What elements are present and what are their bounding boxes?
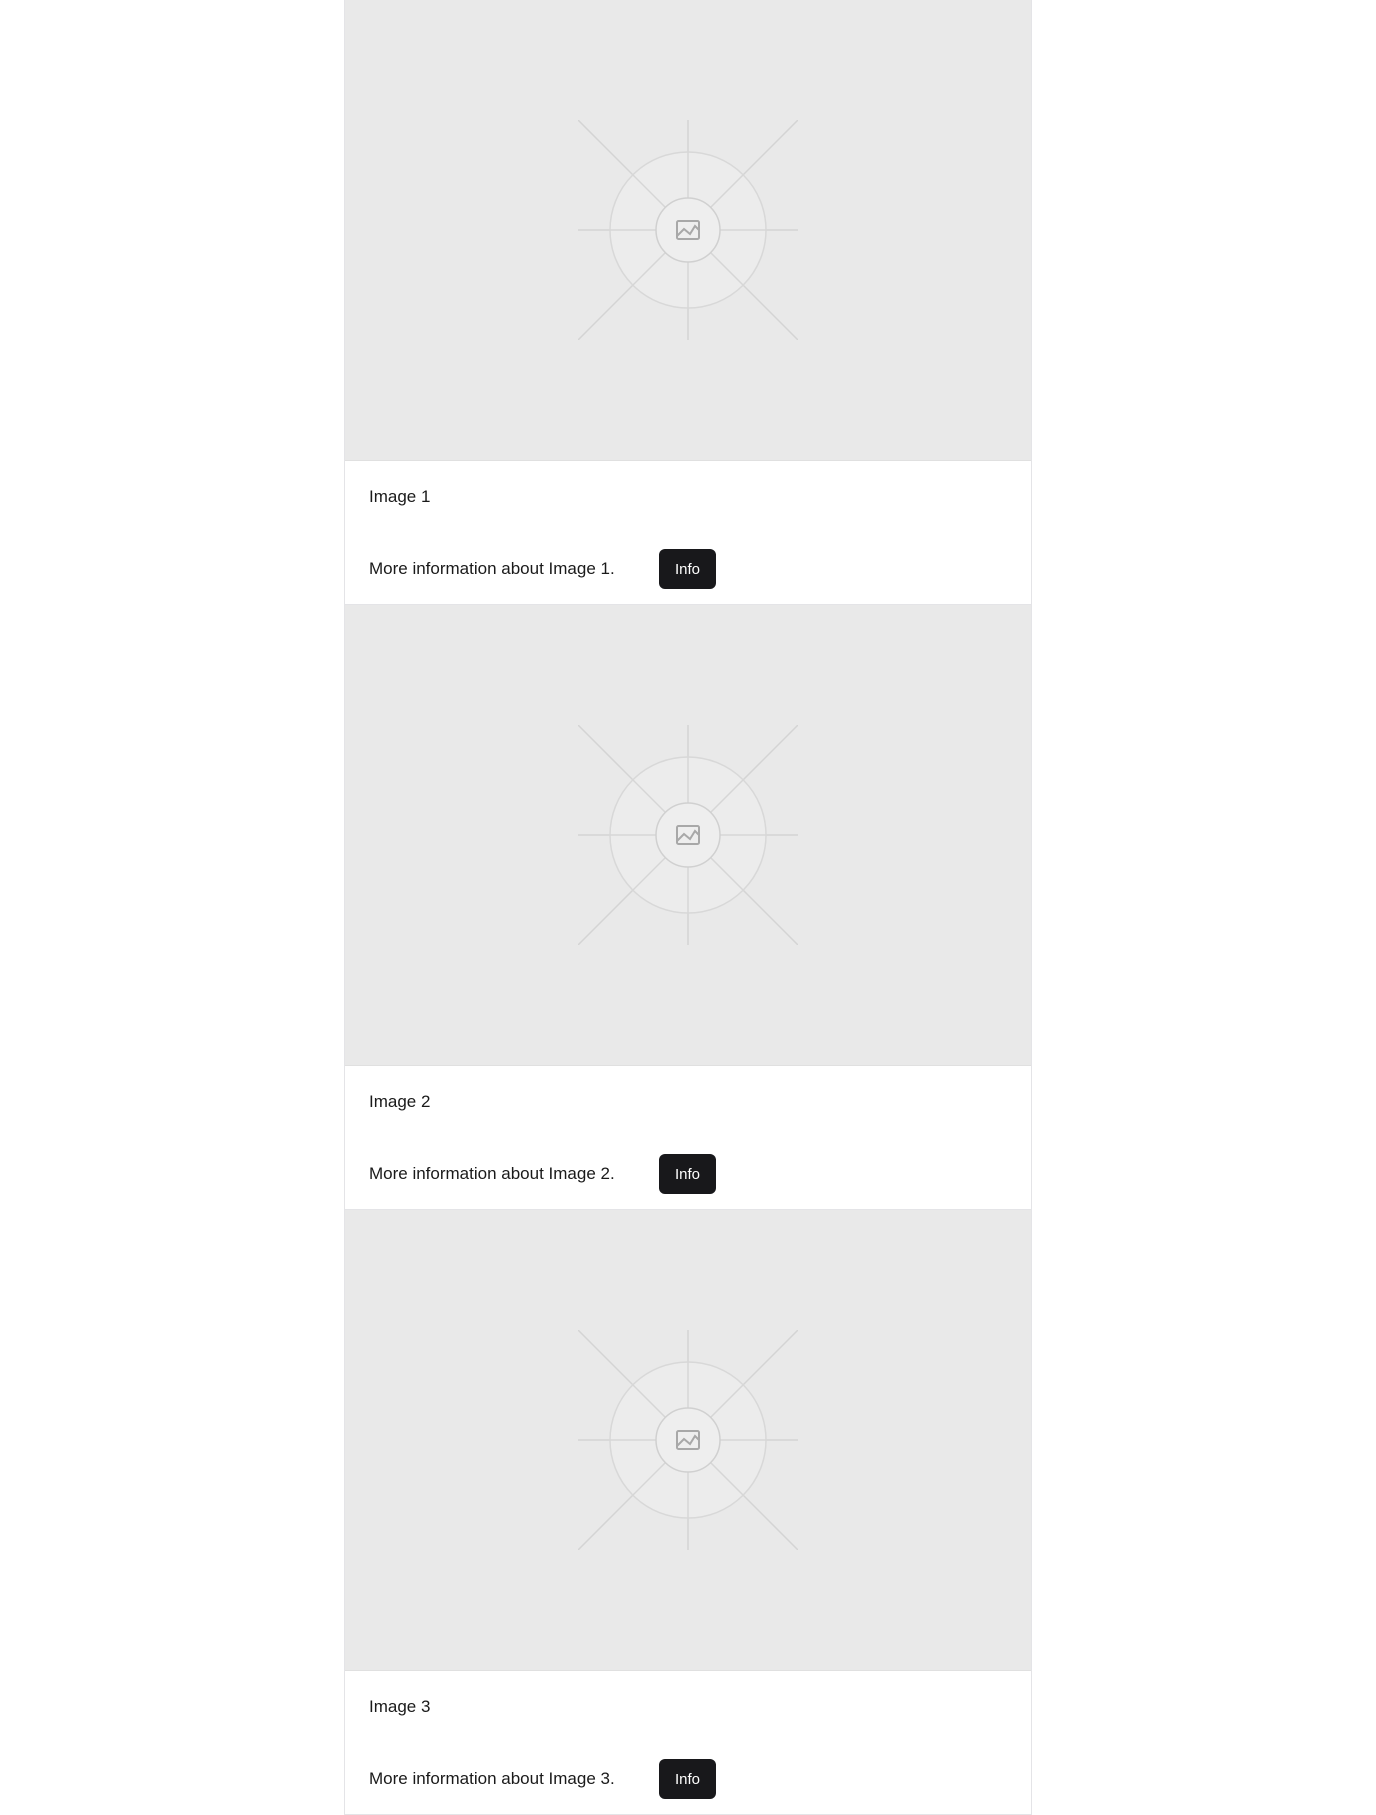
image-placeholder-icon [578, 120, 798, 340]
card-description: More information about Image 1. [369, 559, 615, 578]
card-body: Image 1 More information about Image 1. … [345, 461, 1031, 604]
info-button[interactable]: Info [659, 1154, 716, 1194]
card-title: Image 1 [369, 487, 431, 506]
image-placeholder-icon [578, 1330, 798, 1550]
image-placeholder [345, 1210, 1031, 1671]
info-button[interactable]: Info [659, 1759, 716, 1799]
image-placeholder [345, 0, 1031, 461]
image-card: Image 1 More information about Image 1. … [344, 0, 1032, 605]
image-card: Image 2 More information about Image 2. … [344, 605, 1032, 1210]
info-button[interactable]: Info [659, 549, 716, 589]
card-description: More information about Image 3. [369, 1769, 615, 1788]
image-placeholder-icon [578, 725, 798, 945]
image-placeholder [345, 605, 1031, 1066]
card-body: Image 3 More information about Image 3. … [345, 1671, 1031, 1814]
card-description: More information about Image 2. [369, 1164, 615, 1183]
card-body: Image 2 More information about Image 2. … [345, 1066, 1031, 1209]
card-title: Image 2 [369, 1092, 431, 1111]
card-title: Image 3 [369, 1697, 431, 1716]
image-card: Image 3 More information about Image 3. … [344, 1210, 1032, 1815]
image-card-list: Image 1 More information about Image 1. … [344, 0, 1032, 1815]
